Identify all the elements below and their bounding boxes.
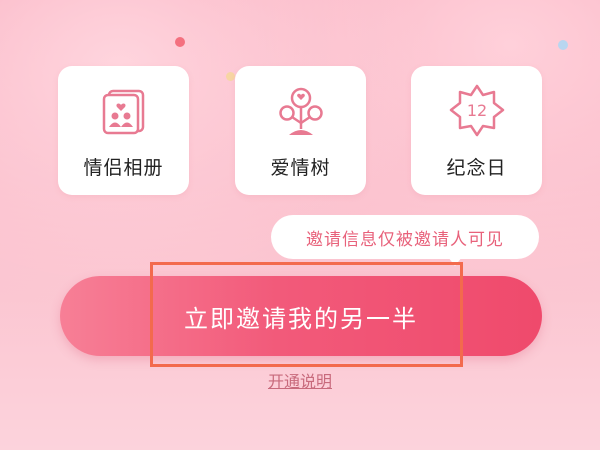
- invite-privacy-tooltip: 邀请信息仅被邀请人可见: [271, 215, 539, 259]
- feature-label: 纪念日: [446, 157, 507, 179]
- decorative-dot: [558, 40, 568, 50]
- invite-partner-button[interactable]: 立即邀请我的另一半: [60, 276, 542, 356]
- feature-card-love-tree[interactable]: 爱情树: [235, 66, 366, 195]
- feature-card-anniversary[interactable]: 12 纪念日: [411, 66, 542, 195]
- tooltip-tail: [448, 257, 462, 266]
- feature-label: 爱情树: [270, 157, 331, 179]
- activation-info-link[interactable]: 开通说明: [0, 368, 600, 392]
- decorative-dot: [226, 72, 235, 81]
- love-tree-icon: [278, 87, 323, 135]
- anniversary-badge-number: 12: [466, 101, 486, 120]
- couple-album-icon: [102, 89, 144, 135]
- feature-card-couple-album[interactable]: 情侣相册: [58, 66, 189, 195]
- decorative-dot: [175, 37, 185, 47]
- anniversary-badge-icon: 12: [449, 84, 504, 137]
- feature-label: 情侣相册: [83, 157, 164, 179]
